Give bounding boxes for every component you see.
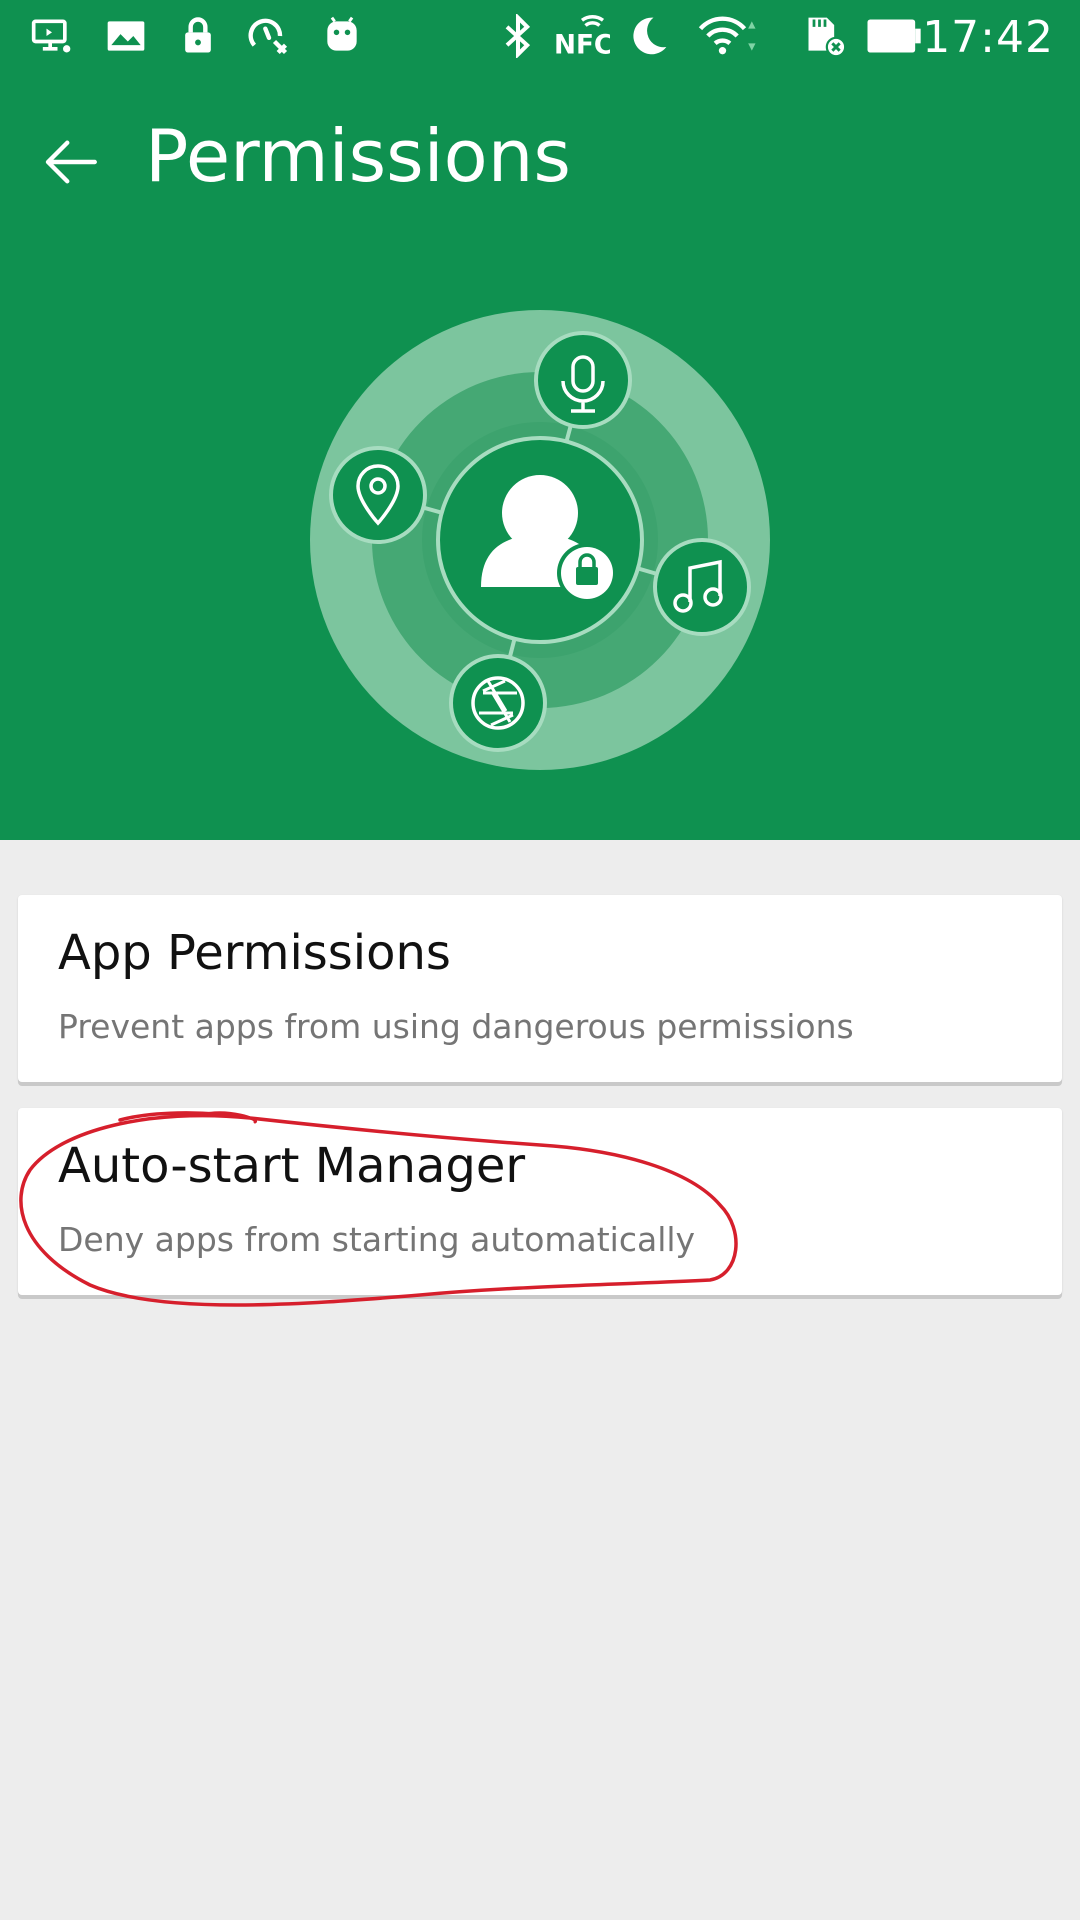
svg-text:NFC: NFC	[554, 31, 610, 59]
back-button[interactable]	[28, 120, 112, 204]
arrow-left-icon	[37, 129, 103, 195]
sd-card-icon	[800, 14, 850, 58]
app-permissions-subtitle: Prevent apps from using dangerous permis…	[58, 1007, 854, 1046]
speedometer-tool-icon	[247, 14, 291, 58]
status-time: 17:42	[922, 12, 1054, 63]
music-note-icon	[653, 538, 751, 636]
screen-cast-icon	[30, 14, 74, 58]
app-permissions-item[interactable]: App Permissions Prevent apps from using …	[18, 895, 1062, 1082]
user-lock-icon	[436, 436, 644, 644]
battery-icon	[866, 14, 924, 58]
microphone-icon	[534, 331, 632, 429]
nfc-icon: NFC	[554, 14, 610, 58]
bluetooth-icon	[496, 14, 540, 58]
app-permissions-title: App Permissions	[58, 925, 451, 981]
auto-start-manager-subtitle: Deny apps from starting automatically	[58, 1220, 696, 1259]
header-banner: NFC 17:42 Permissions	[0, 0, 1080, 840]
moon-icon	[626, 14, 670, 58]
status-bar: NFC 17:42	[0, 0, 1080, 80]
lock-icon	[176, 14, 220, 58]
auto-start-manager-title: Auto-start Manager	[58, 1138, 526, 1194]
wifi-icon	[696, 14, 760, 58]
location-pin-icon	[329, 446, 427, 544]
page-title: Permissions	[145, 114, 571, 198]
camera-aperture-icon	[449, 654, 547, 752]
permissions-illustration	[305, 305, 775, 775]
image-icon	[104, 14, 148, 58]
auto-start-manager-item[interactable]: Auto-start Manager Deny apps from starti…	[18, 1108, 1062, 1295]
android-icon	[320, 14, 364, 58]
app-bar: Permissions	[0, 100, 1080, 220]
